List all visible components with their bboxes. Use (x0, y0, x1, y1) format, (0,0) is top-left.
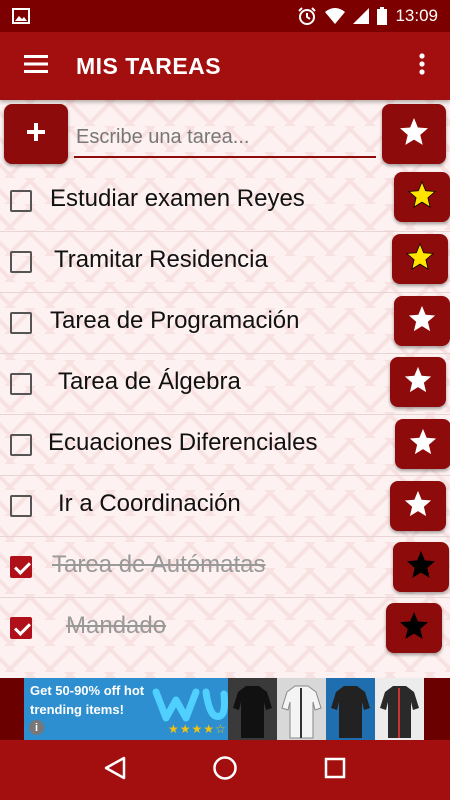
task-favorite-button[interactable] (386, 603, 442, 653)
page-title: MIS TAREAS (76, 52, 222, 79)
add-task-button[interactable] (4, 104, 68, 164)
home-icon (212, 755, 238, 786)
task-checkbox[interactable] (10, 495, 32, 517)
task-list: Estudiar examen Reyes Tramitar Residenci… (0, 171, 450, 659)
app-bar: MIS TAREAS (0, 32, 450, 100)
task-favorite-button[interactable] (395, 419, 450, 469)
back-icon (104, 756, 126, 785)
status-bar: 13:09 (0, 0, 450, 32)
task-label[interactable]: Ir a Coordinación (58, 490, 241, 518)
task-favorite-button[interactable] (394, 296, 450, 346)
task-favorite-button[interactable] (390, 481, 446, 531)
ad-product-image (326, 678, 375, 740)
task-row: Ecuaciones Diferenciales (0, 415, 450, 476)
battery-icon (377, 7, 388, 25)
overflow-menu-button[interactable] (394, 32, 450, 100)
task-checkbox[interactable] (10, 312, 32, 334)
back-button[interactable] (87, 742, 143, 798)
ad-product-images (228, 678, 424, 740)
recents-button[interactable] (307, 742, 363, 798)
new-task-row (0, 100, 450, 168)
task-row: Tarea de Programación (0, 293, 450, 354)
star-icon (403, 365, 433, 400)
star-icon (399, 611, 429, 646)
new-task-favorite-button[interactable] (382, 104, 446, 164)
ad-product-image (228, 678, 277, 740)
alarm-icon (297, 6, 317, 26)
task-checkbox[interactable] (10, 373, 32, 395)
star-icon (408, 427, 438, 462)
status-time: 13:09 (395, 6, 438, 25)
task-checkbox[interactable] (10, 556, 32, 578)
system-nav-bar (0, 740, 450, 800)
signal-icon (353, 8, 370, 24)
task-row: Estudiar examen Reyes (0, 171, 450, 232)
ad-product-image (375, 678, 424, 740)
recents-icon (324, 757, 346, 784)
star-icon (405, 242, 435, 277)
ad-product-image (277, 678, 326, 740)
task-checkbox[interactable] (10, 190, 32, 212)
task-label[interactable]: Tarea de Álgebra (58, 368, 241, 396)
image-icon (12, 8, 30, 24)
home-button[interactable] (197, 742, 253, 798)
task-checkbox[interactable] (10, 617, 32, 639)
task-label[interactable]: Tarea de Programación (50, 307, 299, 335)
task-label[interactable]: Estudiar examen Reyes (50, 185, 305, 213)
task-favorite-button[interactable] (390, 357, 446, 407)
ad-rating-stars: ★★★★☆ (168, 722, 227, 736)
task-favorite-button[interactable] (394, 172, 450, 222)
task-label[interactable]: Tramitar Residencia (54, 246, 268, 274)
wifi-icon (325, 8, 346, 24)
star-icon (407, 304, 437, 339)
ad-text: Get 50-90% off hot trending items! (30, 683, 145, 717)
more-vert-icon (419, 52, 425, 80)
task-row: Ir a Coordinación (0, 476, 450, 537)
star-icon (398, 116, 430, 153)
task-row: Tarea de Autómatas (0, 537, 450, 598)
task-label[interactable]: Tarea de Autómatas (52, 551, 265, 579)
plus-icon (27, 122, 45, 146)
ad-banner[interactable]: Get 50-90% off hot trending items! ★★★★☆… (0, 678, 450, 740)
task-checkbox[interactable] (10, 434, 32, 456)
task-checkbox[interactable] (10, 251, 32, 273)
ad-content[interactable]: Get 50-90% off hot trending items! ★★★★☆… (24, 678, 424, 740)
star-icon (407, 180, 437, 215)
menu-button[interactable] (0, 32, 72, 100)
hamburger-menu-icon (24, 54, 48, 78)
star-icon (406, 550, 436, 585)
task-input[interactable] (74, 118, 376, 158)
task-favorite-button[interactable] (392, 234, 448, 284)
task-label[interactable]: Ecuaciones Diferenciales (48, 429, 317, 457)
task-label[interactable]: Mandado (66, 612, 166, 640)
star-icon (403, 489, 433, 524)
content-area: Estudiar examen Reyes Tramitar Residenci… (0, 100, 450, 678)
ad-info-icon[interactable]: i (29, 720, 44, 735)
task-row: Mandado (0, 598, 450, 659)
ad-logo (152, 688, 228, 722)
task-row: Tarea de Álgebra (0, 354, 450, 415)
task-favorite-button[interactable] (393, 542, 449, 592)
task-row: Tramitar Residencia (0, 232, 450, 293)
